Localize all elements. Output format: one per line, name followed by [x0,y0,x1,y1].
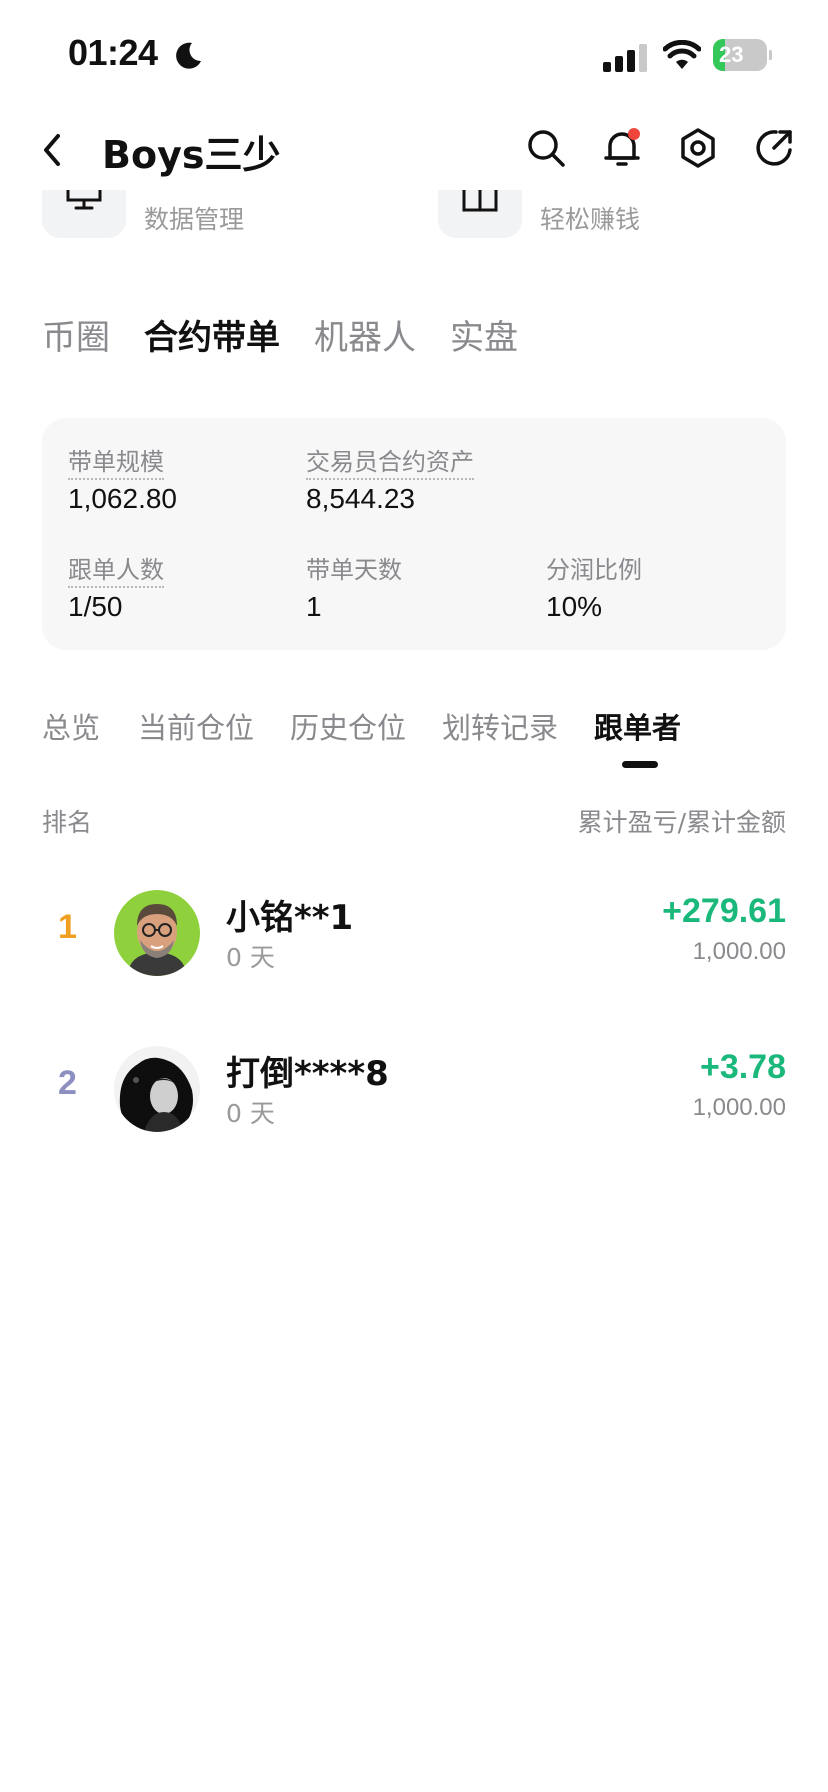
stat-value: 10% [546,591,603,622]
settings-icon[interactable] [676,126,720,170]
moon-icon [176,42,201,69]
wifi-icon [663,40,701,69]
detail-tabs: 总览 当前仓位 历史仓位 划转记录 跟单者 [42,705,802,775]
header: Boys三少 [0,110,828,190]
stat-value: 8,544.23 [306,483,415,514]
rank-column-header: 排名 [42,808,93,837]
pnl-column-header: 累计盈亏/累计金额 [577,808,786,837]
stat-scale: 带单规模 1,062.80 [68,442,177,515]
follower-name: 小铭**1 [226,898,354,938]
tab-real-trading[interactable]: 实盘 [450,310,518,359]
share-icon[interactable] [752,126,796,170]
avatar [114,890,200,976]
battery-body: 23 [713,39,767,71]
follower-days: 0 天 [226,943,275,972]
avatar-image [114,890,200,976]
battery-icon: 23 [713,39,772,71]
avatar [114,1046,200,1132]
stat-assets: 交易员合约资产 8,544.23 [306,442,474,515]
follower-amount: 1,000.00 [692,1094,786,1121]
bell-icon[interactable] [600,126,644,170]
tab-followers[interactable]: 跟单者 [594,705,681,747]
search-icon[interactable] [524,126,568,170]
follower-pnl: +279.61 [662,892,786,930]
back-icon[interactable] [38,130,66,170]
tab-history-positions[interactable]: 历史仓位 [290,705,406,747]
list-header: 排名 累计盈亏/累计金额 [42,803,786,839]
notification-dot [628,128,640,140]
tab-copy-trading[interactable]: 合约带单 [144,310,280,359]
stat-value: 1,062.80 [68,483,177,514]
tab-bots[interactable]: 机器人 [314,310,416,359]
stat-profit-share: 分润比例 10% [546,550,642,623]
stats-card: 带单规模 1,062.80 交易员合约资产 8,544.23 跟单人数 1/50… [42,418,786,650]
cellular-signal-icon [603,44,647,72]
stat-label: 分润比例 [546,556,642,584]
stat-value: 1 [306,591,322,622]
follower-days: 0 天 [226,1099,275,1128]
quick-action-label: 数据管理 [144,205,245,234]
stat-label: 带单天数 [306,556,402,584]
stat-label[interactable]: 跟单人数 [68,556,164,588]
quick-action-data-management[interactable] [42,190,126,238]
follower-row[interactable]: 2 打倒****8 0 天 +3.78 1,000.00 [42,1034,786,1144]
monitor-icon [66,190,102,210]
battery-level: 23 [719,42,744,67]
tab-transfer-records[interactable]: 划转记录 [442,705,558,747]
stat-label[interactable]: 带单规模 [68,448,164,480]
tab-crypto[interactable]: 币圈 [42,310,110,359]
stat-label[interactable]: 交易员合约资产 [306,448,474,480]
follower-pnl: +3.78 [699,1048,786,1086]
grid-icon [462,190,498,212]
quick-action-easy-earn[interactable] [438,190,522,238]
avatar-image [114,1046,200,1132]
status-time: 01:24 [68,32,158,73]
tab-overview[interactable]: 总览 [42,705,100,747]
quick-action-label: 轻松赚钱 [540,205,641,234]
stat-value: 1/50 [68,591,123,622]
page: 01:24 23 Boys三少 数据管理 轻松赚钱 币圈 合约带单 机器人 实盘… [0,0,828,1792]
follower-row[interactable]: 1 小铭**1 0 天 +279.61 1,000.00 [42,878,786,988]
rank-number: 1 [58,908,77,946]
active-tab-indicator [622,761,658,768]
page-title: Boys三少 [102,133,281,177]
tab-current-positions[interactable]: 当前仓位 [138,705,254,747]
stat-days: 带单天数 1 [306,550,402,623]
status-bar: 01:24 23 [0,0,828,100]
follower-name: 打倒****8 [226,1054,389,1094]
rank-number: 2 [58,1064,77,1102]
follower-amount: 1,000.00 [692,938,786,965]
stat-followers: 跟单人数 1/50 [68,550,164,623]
battery-tip [769,50,772,60]
